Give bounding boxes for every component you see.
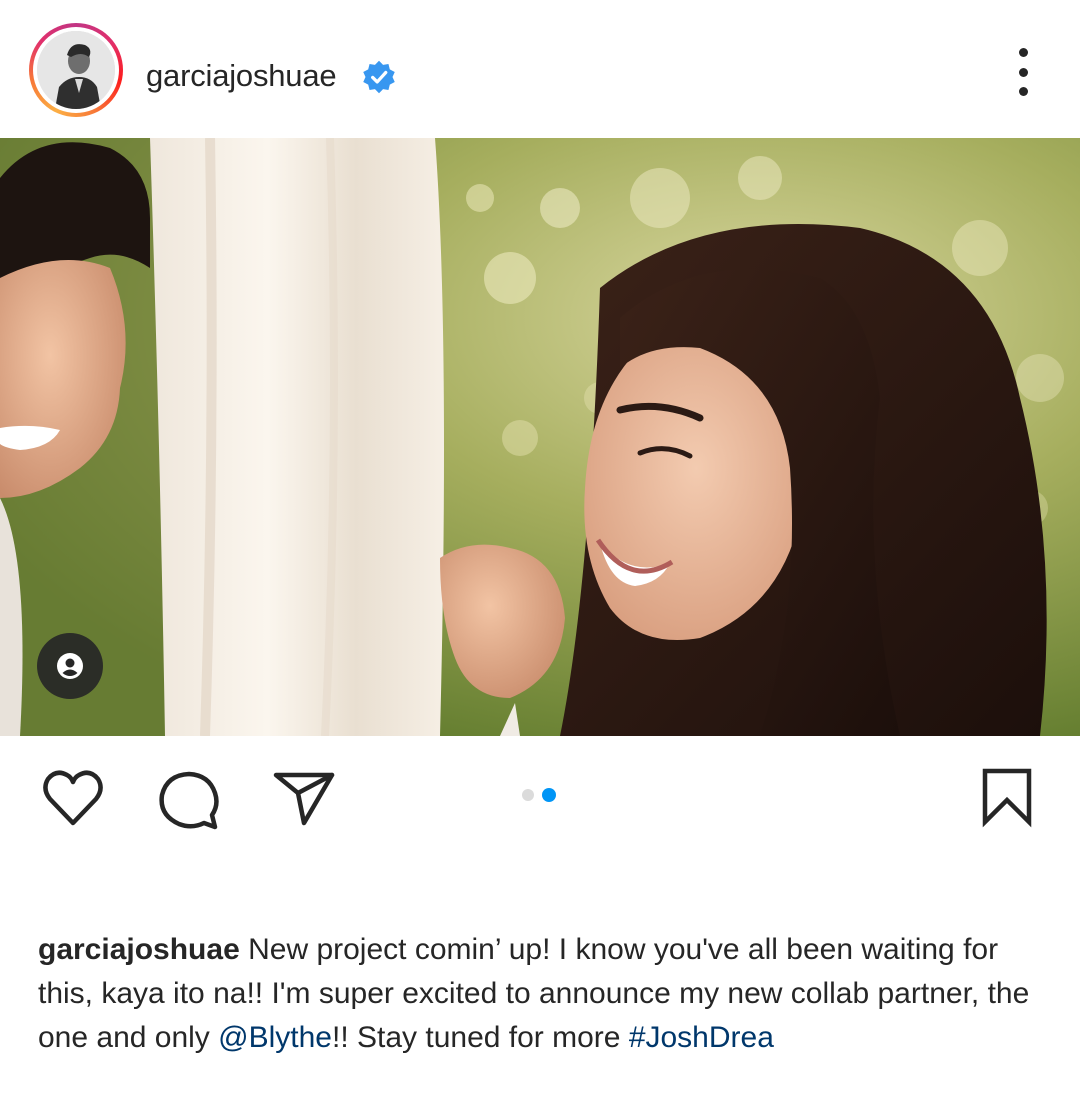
carousel-dot-active (542, 788, 556, 802)
more-dot (1018, 87, 1028, 96)
more-options-button[interactable] (1003, 48, 1043, 96)
post-photo (0, 138, 1080, 736)
send-icon[interactable] (272, 769, 336, 827)
comment-icon[interactable] (157, 769, 221, 831)
avatar[interactable] (37, 31, 115, 109)
post-username[interactable]: garciajoshuae (146, 56, 337, 96)
post-caption: garciajoshuae New project comin’ up! I k… (38, 928, 1048, 1060)
more-dot (1018, 67, 1028, 77)
verified-badge-icon (363, 60, 395, 94)
story-ring[interactable] (29, 23, 123, 117)
tagged-people-button[interactable] (37, 633, 103, 699)
avatar-border (33, 27, 119, 113)
post-image[interactable] (0, 138, 1080, 736)
caption-text: !! Stay tuned for more (332, 1021, 629, 1054)
carousel-indicator (522, 788, 556, 802)
more-dot (1018, 48, 1028, 57)
caption-hashtag[interactable]: #JoshDrea (629, 1021, 774, 1054)
avatar-image (37, 31, 115, 109)
bookmark-icon[interactable] (980, 766, 1034, 828)
carousel-dot (522, 789, 534, 801)
user-tag-icon (57, 653, 83, 679)
caption-username[interactable]: garciajoshuae (38, 933, 240, 966)
post-header: garciajoshuae (0, 0, 1080, 138)
heart-icon[interactable] (42, 769, 104, 827)
caption-mention[interactable]: @Blythe (218, 1021, 332, 1054)
